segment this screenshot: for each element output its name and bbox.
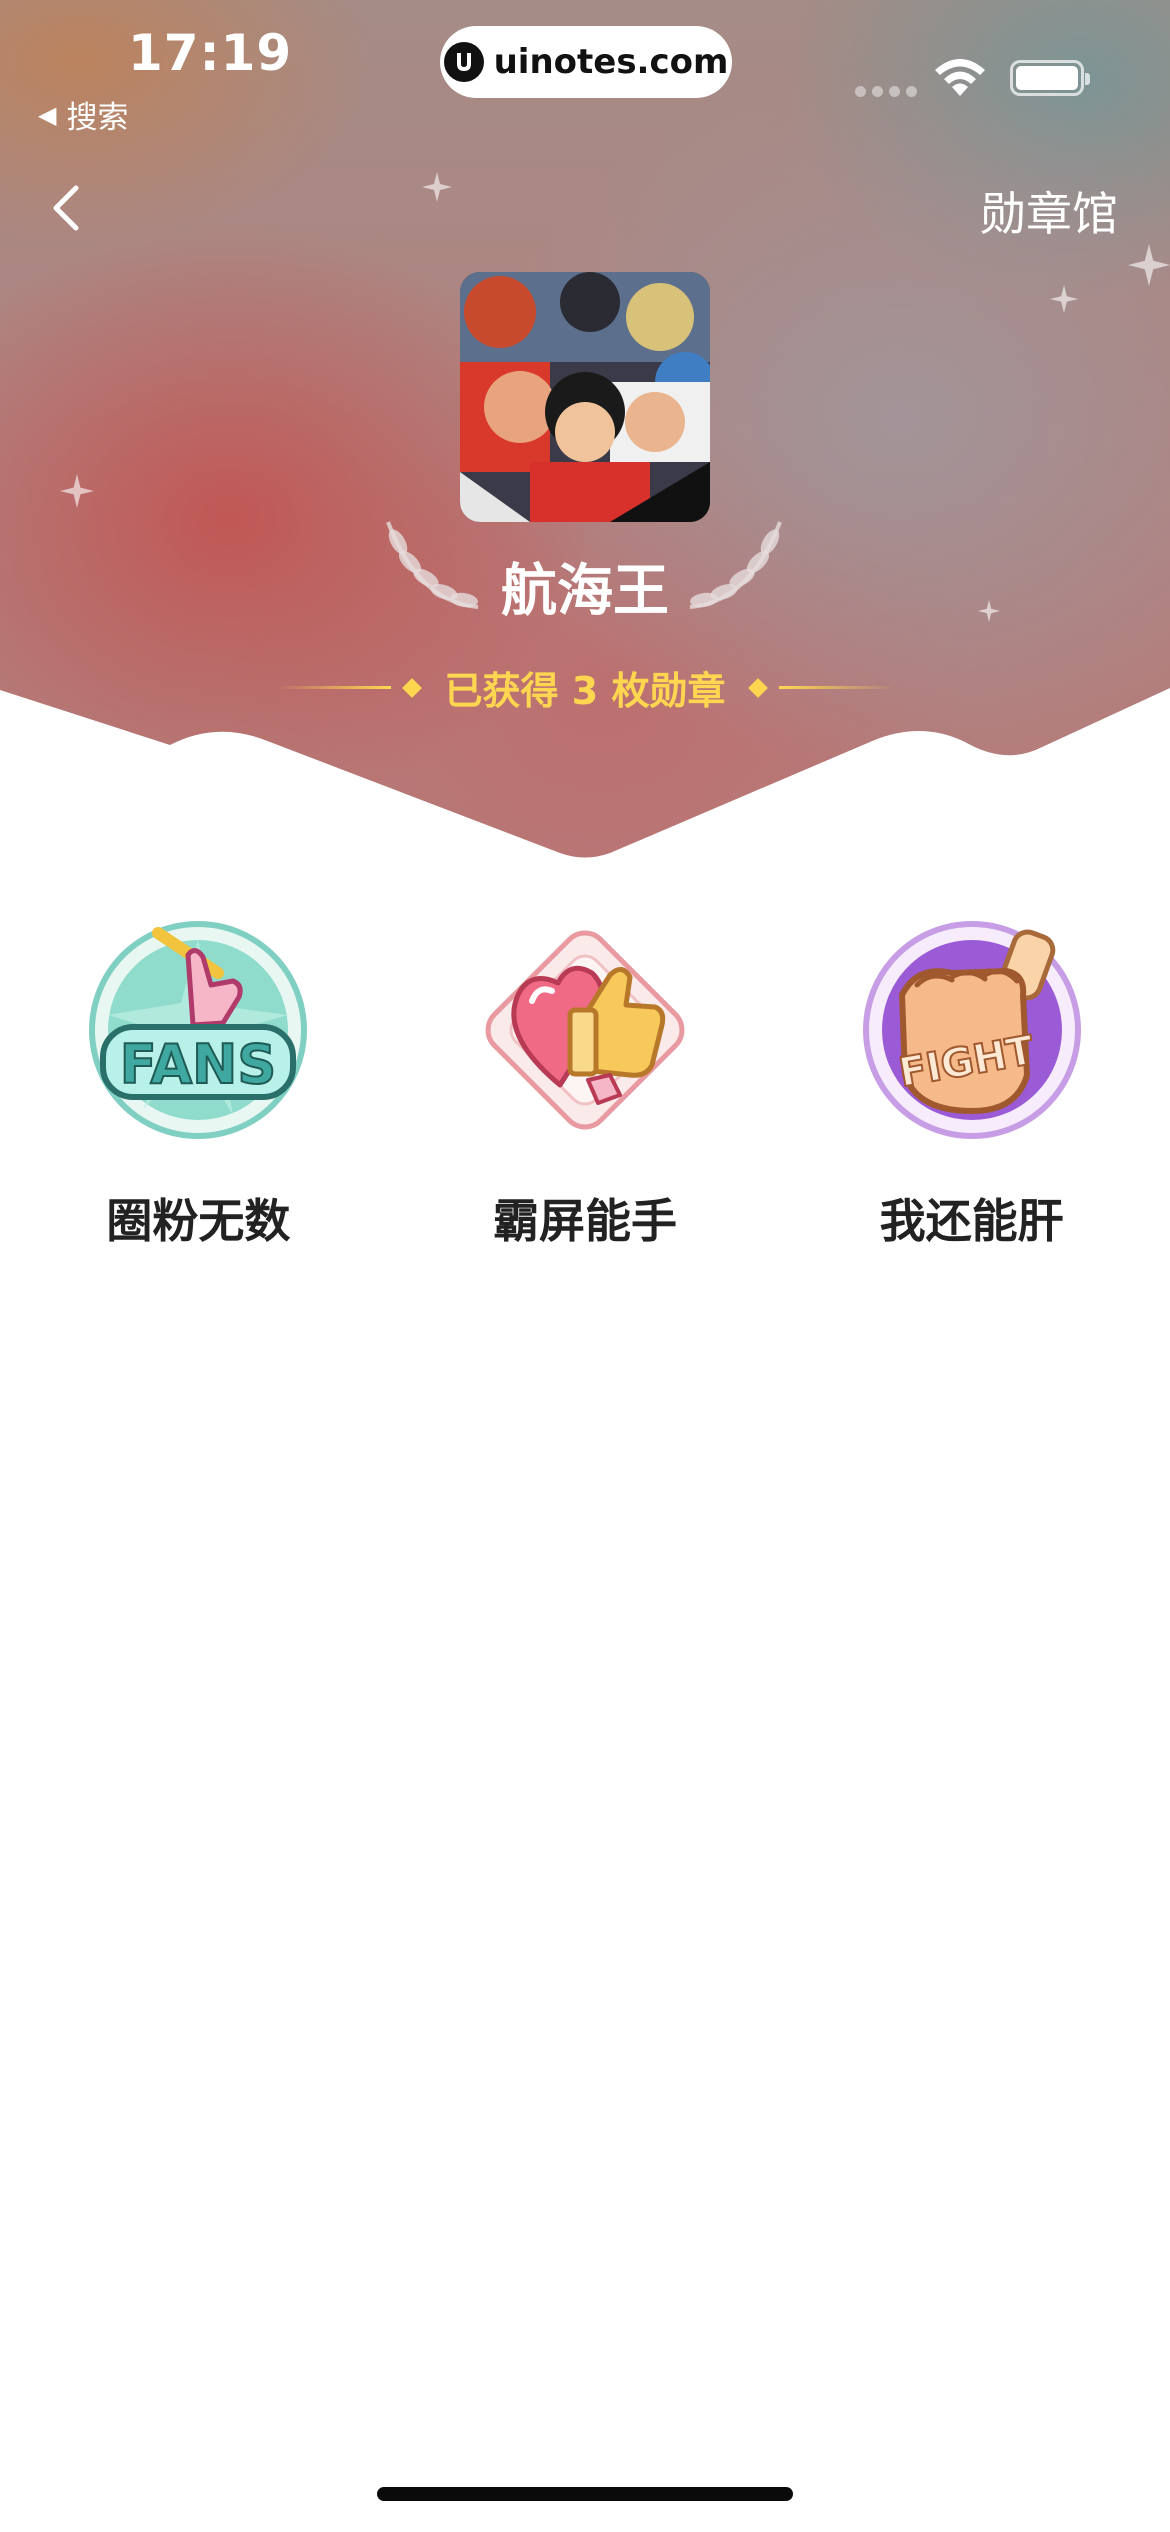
divider-line — [779, 686, 895, 689]
cellular-signal-icon — [855, 86, 917, 97]
status-time: 17:19 — [128, 24, 293, 82]
back-to-app[interactable]: ◀ 搜索 — [38, 92, 128, 137]
badge-label: 圈粉无数 — [106, 1194, 291, 1248]
home-indicator[interactable] — [377, 2487, 793, 2501]
badge-item[interactable]: FANS 圈粉无数 — [48, 915, 348, 1251]
diamond-icon — [748, 677, 769, 698]
diamond-icon — [401, 677, 422, 698]
earned-count-text: 已获得 3 枚勋章 — [444, 669, 726, 713]
url-pill[interactable]: uinotes.com — [440, 26, 732, 98]
badge-label: 我还能肝 — [879, 1194, 1064, 1248]
url-text: uinotes.com — [493, 42, 729, 82]
topic-name: 航海王 — [501, 559, 669, 624]
fight-badge-icon: FIGHT — [862, 921, 1081, 1139]
badge-label: 霸屏能手 — [492, 1194, 677, 1248]
badge-grid: FANS 圈粉无数 霸屏能手 FIGHT 我还能肝 — [0, 915, 1170, 1251]
back-app-label: 搜索 — [66, 100, 129, 136]
site-logo-icon — [443, 42, 484, 82]
earned-count-banner: 已获得 3 枚勋章 — [0, 660, 1170, 715]
wifi-icon — [935, 59, 985, 96]
chevron-left-icon[interactable] — [42, 180, 92, 236]
page-title: 勋章馆 — [980, 187, 1118, 241]
svg-text:FANS: FANS — [120, 1033, 277, 1096]
heart-thumbs-badge-icon — [485, 930, 685, 1130]
badge-item[interactable]: FIGHT 我还能肝 — [822, 915, 1122, 1251]
triangle-left-icon: ◀ — [38, 100, 57, 129]
battery-icon — [1010, 60, 1090, 96]
divider-line — [275, 686, 391, 689]
topic-cover-image — [460, 272, 710, 522]
badge-item[interactable]: 霸屏能手 — [435, 915, 735, 1251]
fans-badge-icon: FANS — [89, 921, 308, 1139]
